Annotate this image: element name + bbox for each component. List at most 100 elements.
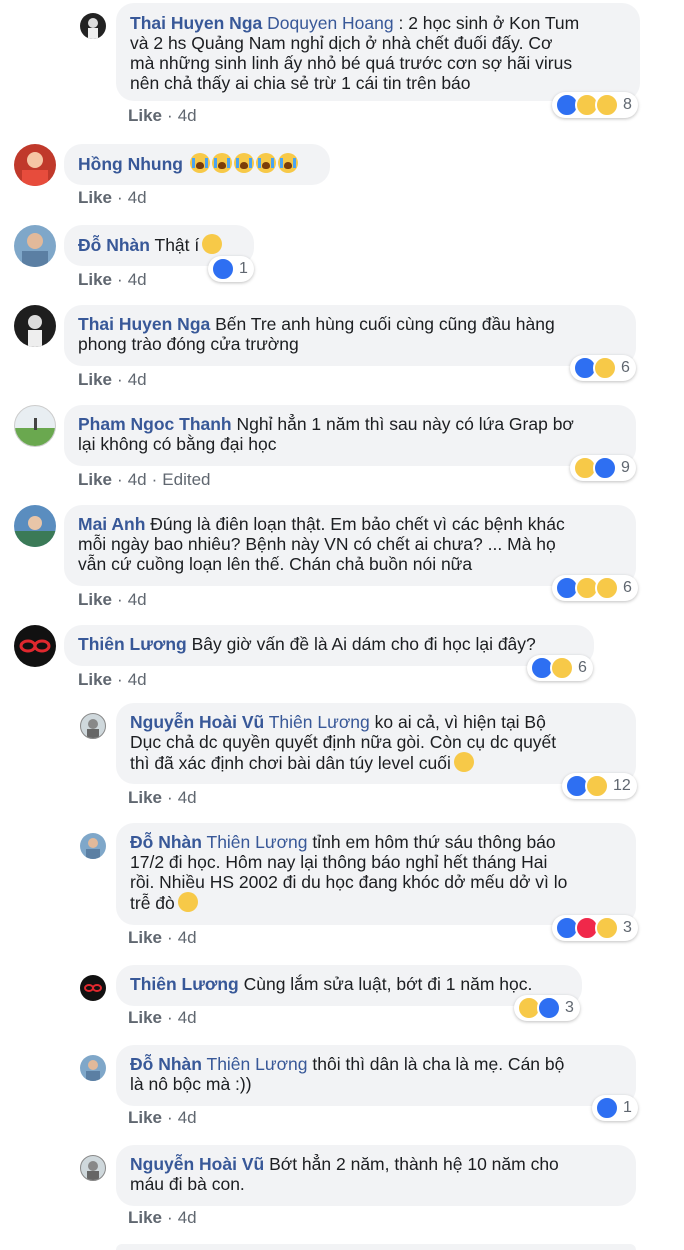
wow-reaction-icon xyxy=(595,93,619,117)
reaction-count: 6 xyxy=(623,579,632,596)
avatar[interactable] xyxy=(14,305,56,347)
reaction-summary[interactable]: 8 xyxy=(552,92,638,118)
like-reaction-icon xyxy=(537,996,561,1020)
comment-text: Bến Tre anh hùng cuối cùng cũng đầu hàng xyxy=(215,314,555,334)
author-name[interactable]: Nguyễn Hoài Vũ xyxy=(130,1154,264,1174)
crying-emoji-icon xyxy=(211,153,232,173)
avatar[interactable] xyxy=(14,144,56,186)
comment-meta: Like · 4d xyxy=(78,270,147,289)
timestamp[interactable]: 4d xyxy=(128,270,147,289)
comment-meta: Like · 4d xyxy=(78,590,147,609)
avatar[interactable] xyxy=(14,225,56,267)
reaction-summary[interactable]: 9 xyxy=(570,455,636,481)
avatar[interactable] xyxy=(80,1155,106,1181)
like-button[interactable]: Like xyxy=(128,788,162,807)
avatar[interactable] xyxy=(14,625,56,667)
reaction-count: 1 xyxy=(623,1099,632,1116)
timestamp[interactable]: 4d xyxy=(178,1108,197,1127)
author-name[interactable]: Thiên Lương xyxy=(78,634,187,654)
avatar[interactable] xyxy=(80,833,106,859)
comment-meta: Like · 4d xyxy=(128,1008,197,1027)
avatar[interactable] xyxy=(80,713,106,739)
author-name[interactable]: Thiên Lương xyxy=(130,974,239,994)
reaction-summary[interactable]: 12 xyxy=(562,773,637,799)
reply-bubble: Đỗ Nhàn Thiên Lương thôi thì dân là cha … xyxy=(116,1045,636,1106)
author-name[interactable]: Thai Huyen Nga xyxy=(78,314,210,334)
mention-link[interactable]: Thiên Lương xyxy=(207,1054,308,1074)
comment-bubble: Thai Huyen Nga Doquyen Hoang : 2 học sin… xyxy=(116,3,640,101)
reaction-summary[interactable]: 1 xyxy=(592,1095,638,1121)
like-button[interactable]: Like xyxy=(78,270,112,289)
comment-bubble: Hồng Nhung xyxy=(64,144,330,185)
like-button[interactable]: Like xyxy=(78,188,112,207)
comment-bubble: Pham Ngoc Thanh Nghỉ hẳn 1 năm thì sau n… xyxy=(64,405,636,466)
reaction-count: 9 xyxy=(621,459,630,476)
reaction-summary[interactable]: 6 xyxy=(527,655,593,681)
avatar[interactable] xyxy=(80,13,106,39)
haha-reaction-icon xyxy=(585,774,609,798)
timestamp[interactable]: 4d xyxy=(128,470,147,489)
author-name[interactable]: Nguyễn Hoài Vũ xyxy=(130,712,264,732)
comment-text: vẫn cứ cuồng loạn lên thế. Chán chả buồn… xyxy=(78,554,473,574)
timestamp[interactable]: 4d xyxy=(178,928,197,947)
like-button[interactable]: Like xyxy=(78,670,112,689)
edited-label[interactable]: Edited xyxy=(162,470,210,489)
reaction-summary[interactable]: 3 xyxy=(552,915,638,941)
reaction-summary[interactable]: 6 xyxy=(570,355,636,381)
comment-text: ko ai cả, vì hiện tại Bộ xyxy=(369,712,546,732)
avatar[interactable] xyxy=(14,405,56,447)
avatar[interactable] xyxy=(80,975,106,1001)
timestamp[interactable]: 4d xyxy=(128,590,147,609)
like-button[interactable]: Like xyxy=(128,1108,162,1127)
avatar[interactable] xyxy=(80,1055,106,1081)
crying-emoji-icon xyxy=(189,153,210,173)
avatar[interactable] xyxy=(14,505,56,547)
timestamp[interactable]: 4d xyxy=(128,670,147,689)
like-button[interactable]: Like xyxy=(128,106,162,125)
reaction-summary[interactable]: 3 xyxy=(514,995,580,1021)
smile-emoji-icon xyxy=(202,234,223,254)
reply-bubble: Đỗ Nhàn Thiên Lương tỉnh em hôm thứ sáu … xyxy=(116,823,636,925)
author-name[interactable]: Pham Ngoc Thanh xyxy=(78,414,232,434)
like-button[interactable]: Like xyxy=(128,1008,162,1027)
comment-meta: Like · 4d xyxy=(128,1108,197,1127)
comment-text: Thật í xyxy=(154,235,200,255)
sad-reaction-icon xyxy=(595,576,619,600)
mention-link[interactable]: Thiên Lương xyxy=(269,712,370,732)
author-name[interactable]: Đỗ Nhàn xyxy=(130,832,202,852)
like-button[interactable]: Like xyxy=(78,470,112,489)
like-button[interactable]: Like xyxy=(128,928,162,947)
timestamp[interactable]: 4d xyxy=(178,106,197,125)
crying-emoji-icon xyxy=(255,153,276,173)
mention-link[interactable]: Thiên Lương xyxy=(207,832,308,852)
reaction-count: 12 xyxy=(613,777,631,794)
like-button[interactable]: Like xyxy=(78,370,112,389)
reaction-count: 6 xyxy=(578,659,587,676)
comment-bubble: Thai Huyen Nga Bến Tre anh hùng cuối cùn… xyxy=(64,305,636,366)
comment-text: trễ đò xyxy=(130,893,175,913)
comment-meta: Like · 4d · Edited xyxy=(78,470,211,489)
timestamp[interactable]: 4d xyxy=(178,1208,197,1227)
comment-text: Bây giờ vấn đề là Ai dám cho đi học lại … xyxy=(191,634,536,654)
timestamp[interactable]: 4d xyxy=(178,788,197,807)
timestamp[interactable]: 4d xyxy=(178,1008,197,1027)
reply-bubble: Nguyễn Hoài Vũ Thiên Lương ko ai cả, vì … xyxy=(116,703,636,784)
comment-meta: Like · 4d xyxy=(128,106,197,125)
reaction-summary[interactable]: 1 xyxy=(208,256,254,282)
author-name[interactable]: Hồng Nhung xyxy=(78,154,183,174)
comment-text: Đúng là điên loạn thật. Em bảo chết vì c… xyxy=(150,514,565,534)
timestamp[interactable]: 4d xyxy=(128,188,147,207)
comment-text: nên chả thấy ai chia sẻ trừ 1 cái tin tr… xyxy=(130,73,471,93)
comment-text: là nô bộc mà :)) xyxy=(130,1074,252,1094)
author-name[interactable]: Đỗ Nhàn xyxy=(78,235,150,255)
mention-link[interactable]: Doquyen Hoang xyxy=(267,13,393,33)
comment-meta: Like · 4d xyxy=(128,788,197,807)
like-button[interactable]: Like xyxy=(128,1208,162,1227)
like-button[interactable]: Like xyxy=(78,590,112,609)
author-name[interactable]: Mai Anh xyxy=(78,514,145,534)
author-name[interactable]: Đỗ Nhàn xyxy=(130,1054,202,1074)
reaction-summary[interactable]: 6 xyxy=(552,575,638,601)
author-name[interactable]: Thai Huyen Nga xyxy=(130,13,262,33)
timestamp[interactable]: 4d xyxy=(128,370,147,389)
comment-text: mà những sinh linh ấy nhỏ bé quá trước c… xyxy=(130,53,573,73)
